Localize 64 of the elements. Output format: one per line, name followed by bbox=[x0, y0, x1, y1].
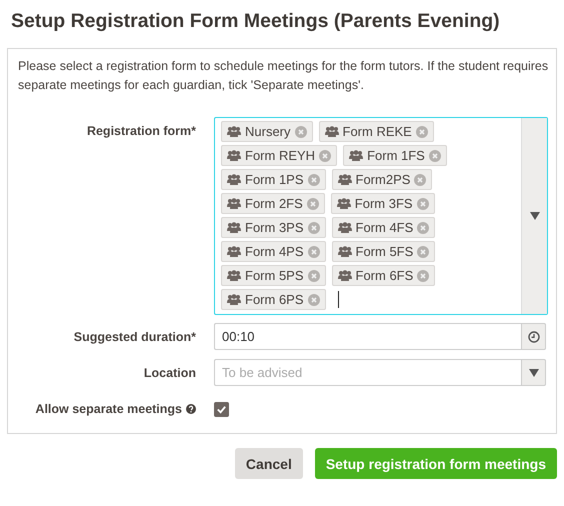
help-icon bbox=[186, 404, 196, 414]
dropdown-button[interactable] bbox=[521, 359, 546, 386]
remove-icon bbox=[294, 126, 307, 138]
page-title: Setup Registration Form Meetings (Parents Evening) bbox=[11, 9, 501, 34]
form-tag[interactable]: Form 1FS bbox=[343, 145, 447, 166]
time-picker-button[interactable] bbox=[521, 323, 546, 350]
duration-field[interactable]: 00:10 bbox=[214, 323, 521, 350]
remove-icon bbox=[414, 174, 426, 186]
field-label: Registration form* bbox=[86, 123, 197, 140]
cancel-button[interactable]: Cancel bbox=[234, 448, 303, 479]
group-icon bbox=[227, 150, 241, 161]
group-icon bbox=[227, 222, 241, 233]
checkmark-icon bbox=[216, 404, 227, 414]
group-icon bbox=[338, 270, 352, 281]
remove-icon bbox=[416, 198, 429, 210]
group-icon bbox=[227, 270, 241, 281]
dropdown-arrow-icon bbox=[528, 368, 538, 376]
group-icon bbox=[227, 198, 241, 209]
remove-icon bbox=[308, 294, 320, 306]
group-icon bbox=[227, 294, 241, 305]
form-tag[interactable]: Form 6FS bbox=[332, 265, 436, 286]
form-tag[interactable]: Form 5PS bbox=[221, 265, 326, 286]
remove-icon bbox=[319, 150, 332, 162]
form-tag[interactable]: Form REYH bbox=[221, 145, 338, 166]
remove-icon bbox=[308, 270, 320, 282]
field-label: Allow separate meetings bbox=[35, 401, 182, 418]
group-icon bbox=[227, 126, 241, 137]
form-tag[interactable]: Form 3PS bbox=[221, 217, 326, 238]
form-tag[interactable]: Form 2FS bbox=[221, 193, 325, 214]
remove-icon bbox=[416, 126, 428, 138]
group-icon bbox=[227, 174, 241, 185]
field-label: Suggested duration* bbox=[72, 329, 197, 346]
group-icon bbox=[349, 150, 364, 161]
field-label: Location bbox=[142, 365, 197, 382]
form-tag[interactable]: Form 3FS bbox=[330, 193, 435, 214]
remove-icon bbox=[308, 246, 320, 258]
remove-icon bbox=[308, 222, 320, 234]
group-icon bbox=[338, 222, 352, 233]
text-cursor bbox=[338, 291, 339, 308]
group-icon bbox=[338, 174, 352, 185]
remove-icon bbox=[417, 270, 430, 282]
remove-icon bbox=[417, 222, 430, 234]
form-tag[interactable]: Form 4FS bbox=[332, 217, 436, 238]
group-icon bbox=[324, 126, 339, 137]
registration-form-select[interactable]: Nursery Form REKE Form REYH Form 1FS Form 1PS Form2PS Form 2FS Form 3FS Form 3PS Form 4FS Form 4PS Form 5FS Form 5PS Form 6FS Form 6PS bbox=[214, 117, 548, 315]
location-select[interactable]: To be advised bbox=[214, 359, 521, 386]
form-tag[interactable]: Nursery bbox=[221, 121, 313, 142]
remove-icon bbox=[306, 198, 319, 210]
instructions-text: Please select a registration form to schedule meetings for the form tutors. If the student requires separate meetings for each guardian, tick 'Separate meetings'. bbox=[18, 58, 550, 94]
group-icon bbox=[227, 246, 241, 257]
remove-icon bbox=[417, 246, 430, 258]
form-tag[interactable]: Form 1PS bbox=[221, 169, 326, 190]
checkbox[interactable] bbox=[214, 402, 229, 416]
form-tag[interactable]: Form 4PS bbox=[221, 241, 326, 262]
form-tag[interactable]: Form2PS bbox=[332, 169, 432, 190]
remove-icon bbox=[308, 174, 320, 186]
group-icon bbox=[338, 246, 352, 257]
clock-icon bbox=[528, 330, 540, 342]
remove-icon bbox=[428, 150, 441, 162]
dropdown-arrow-icon bbox=[530, 212, 540, 220]
group-icon bbox=[336, 198, 351, 209]
form-tag[interactable]: Form 5FS bbox=[332, 241, 436, 262]
form-tag[interactable]: Form REKE bbox=[318, 121, 434, 142]
form-tag[interactable]: Form 6PS bbox=[221, 289, 326, 310]
